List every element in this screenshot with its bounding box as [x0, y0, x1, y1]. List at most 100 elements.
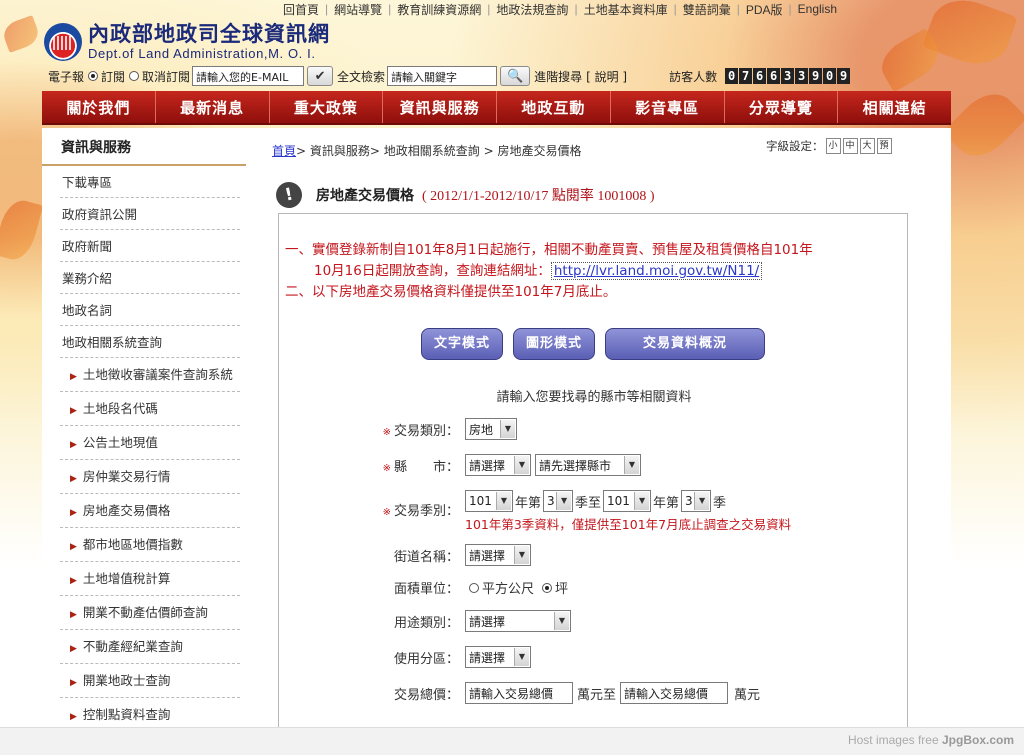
- use-select[interactable]: 請選擇 ▼: [465, 610, 571, 632]
- host-watermark: Host images free JpgBox.com: [847, 733, 1014, 747]
- toplink-pda[interactable]: PDA版: [746, 1, 783, 18]
- chevron-down-icon: ▼: [514, 648, 529, 666]
- subscribe-label: 訂閱: [101, 69, 126, 84]
- form-prompt: 請輸入您要找尋的縣市等相關資料: [496, 390, 692, 405]
- sidebar-subitem-land-value[interactable]: ▶ 公告土地現值: [60, 426, 240, 460]
- nav-media[interactable]: 影音專區: [611, 91, 725, 123]
- nav-policy[interactable]: 重大政策: [270, 91, 384, 123]
- main-content: 首頁> 資訊與服務> 地政相關系統查詢 > 房地產交易價格 字級設定： 小 中 …: [260, 128, 951, 733]
- page: 回首頁 | 網站導覽 | 教育訓練資源網 | 地政法規查詢 | 土地基本資料庫 | 雙語詞…: [0, 0, 1024, 755]
- search-button[interactable]: 🔍: [500, 66, 531, 86]
- triangle-right-icon: ▶: [70, 678, 77, 688]
- street-select[interactable]: 請選擇 ▼: [465, 544, 531, 566]
- email-input[interactable]: 請輸入您的E-MAIL: [192, 66, 305, 86]
- breadcrumb: 首頁> 資訊與服務> 地政相關系統查詢 > 房地產交易價格: [272, 144, 582, 158]
- sidebar: 資訊與服務 下載專區 政府資訊公開 政府新聞 業務介紹 地政名詞 地政相關系統查…: [42, 128, 260, 732]
- nav-links[interactable]: 相關連結: [838, 91, 951, 123]
- triangle-right-icon: ▶: [70, 508, 77, 518]
- breadcrumb-home-link[interactable]: 首頁: [272, 144, 296, 158]
- sidebar-subitem-price-index[interactable]: ▶ 都市地區地價指數: [60, 528, 240, 562]
- chevron-down-icon: ▼: [694, 492, 710, 510]
- toplink-land-db[interactable]: 土地基本資料庫: [584, 1, 668, 18]
- font-medium-button[interactable]: 中: [842, 138, 858, 154]
- toplink-home[interactable]: 回首頁: [283, 1, 319, 18]
- check-icon: ✔: [314, 68, 326, 84]
- font-default-button[interactable]: 預: [876, 138, 892, 154]
- district-select[interactable]: 請先選擇縣市 ▼: [535, 454, 641, 476]
- triangle-right-icon: ▶: [70, 440, 77, 450]
- toplink-english[interactable]: English: [798, 2, 837, 16]
- overview-button[interactable]: 交易資料概況: [605, 328, 765, 360]
- epaper-label: 電子報: [48, 69, 85, 84]
- required-mark: ※: [382, 426, 391, 438]
- site-logo[interactable]: 內政部地政司全球資訊網 Dept.of Land Administration,…: [44, 23, 330, 61]
- sidebar-item-gov-news[interactable]: 政府新聞: [60, 230, 240, 262]
- triangle-right-icon: ▶: [70, 610, 77, 620]
- email-submit-button[interactable]: ✔: [307, 66, 334, 86]
- logo-title: 內政部地政司全球資訊網: [88, 23, 330, 46]
- sidebar-subitem-broker-market[interactable]: ▶ 房仲業交易行情: [60, 460, 240, 494]
- exclamation-icon: !: [273, 179, 305, 211]
- toplink-regulations[interactable]: 地政法規查詢: [496, 1, 568, 18]
- nav-about[interactable]: 關於我們: [42, 91, 156, 123]
- chevron-down-icon: ▼: [624, 456, 639, 474]
- sidebar-subitem-expropriation[interactable]: ▶ 土地徵收審議案件查詢系統: [60, 358, 240, 392]
- text-mode-button[interactable]: 文字模式: [421, 328, 503, 360]
- graph-mode-button[interactable]: 圖形模式: [513, 328, 595, 360]
- sidebar-subitem-land-agent[interactable]: ▶ 開業地政士查詢: [60, 664, 240, 698]
- season-to-select[interactable]: 3 ▼: [681, 490, 712, 512]
- row-street: 街道名稱： 請選擇 ▼: [369, 544, 535, 566]
- unsubscribe-radio[interactable]: [129, 71, 140, 81]
- toplink-sitemap[interactable]: 網站導覽: [334, 1, 382, 18]
- price-max-input[interactable]: 請輸入交易總價: [620, 682, 729, 704]
- sidebar-item-terms[interactable]: 地政名詞: [60, 294, 240, 326]
- triangle-right-icon: ▶: [70, 474, 77, 484]
- subscribe-radio[interactable]: [88, 71, 99, 81]
- subscribe-search-row: 電子報 訂閱 取消訂閱 請輸入您的E-MAIL ✔ 全文檢索 請輸入關鍵字 🔍 …: [48, 64, 948, 88]
- price-min-input[interactable]: 請輸入交易總價: [465, 682, 573, 704]
- visitor-label: 訪客人數: [669, 69, 718, 84]
- notice-text: 一、實價登錄新制自101年8月1日起施行，相關不動產買賣、預售屋及租賃價格自10…: [285, 242, 813, 300]
- area-ping-radio[interactable]: [542, 582, 553, 593]
- nav-interaction[interactable]: 地政互動: [497, 91, 611, 123]
- row-area-unit: 面積單位： 平方公尺 坪: [393, 582, 569, 597]
- triangle-right-icon: ▶: [70, 712, 77, 722]
- sidebar-subitem-real-estate-price[interactable]: ▶ 房地產交易價格: [60, 494, 240, 528]
- sidebar-subitem-broker[interactable]: ▶ 不動產經紀業查詢: [60, 630, 240, 664]
- nav-services[interactable]: 資訊與服務: [383, 91, 497, 123]
- lvr-link[interactable]: http://lvr.land.moi.gov.tw/N11/: [550, 262, 763, 280]
- top-links: 回首頁 | 網站導覽 | 教育訓練資源網 | 地政法規查詢 | 土地基本資料庫 | 雙語詞…: [283, 1, 838, 18]
- visitor-counter: 076633909: [725, 68, 851, 84]
- font-large-button[interactable]: 大: [859, 138, 875, 154]
- font-size-control: 字級設定： 小 中 大 預: [766, 138, 892, 154]
- sidebar-item-downloads[interactable]: 下載專區: [60, 166, 240, 198]
- sidebar-item-gov-info[interactable]: 政府資訊公開: [60, 198, 240, 230]
- nav-news[interactable]: 最新消息: [156, 91, 270, 123]
- ministry-emblem-icon: [44, 23, 82, 61]
- type-select[interactable]: 房地 ▼: [465, 418, 517, 440]
- required-mark: ※: [382, 507, 391, 518]
- zone-select[interactable]: 請選擇 ▼: [465, 646, 531, 668]
- sidebar-item-business[interactable]: 業務介紹: [60, 262, 240, 294]
- chevron-down-icon: ▼: [514, 546, 529, 564]
- year-to-select[interactable]: 101 ▼: [603, 490, 652, 512]
- font-small-button[interactable]: 小: [825, 138, 841, 154]
- row-type: ※ 交易類別： 房地 ▼: [369, 418, 521, 440]
- sidebar-item-systems[interactable]: 地政相關系統查詢: [60, 326, 240, 358]
- sidebar-subitem-appraiser[interactable]: ▶ 開業不動產估價師查詢: [60, 596, 240, 630]
- logo-subtitle: Dept.of Land Administration,M. O. I.: [88, 46, 316, 61]
- help-link[interactable]: [ 說明 ]: [586, 68, 627, 85]
- unsubscribe-label: 取消訂閱: [142, 69, 191, 84]
- search-icon: 🔍: [506, 68, 524, 84]
- year-from-select[interactable]: 101 ▼: [465, 490, 513, 512]
- toplink-training[interactable]: 教育訓練資源網: [397, 1, 481, 18]
- advanced-search-link[interactable]: 進階搜尋: [534, 68, 582, 85]
- city-select[interactable]: 請選擇 ▼: [465, 454, 531, 476]
- keyword-input[interactable]: 請輸入關鍵字: [387, 66, 498, 86]
- nav-guide[interactable]: 分眾導覽: [725, 91, 839, 123]
- sidebar-subitem-section-code[interactable]: ▶ 土地段名代碼: [60, 392, 240, 426]
- season-from-select[interactable]: 3 ▼: [543, 490, 574, 512]
- toplink-glossary[interactable]: 雙語詞彙: [683, 1, 731, 18]
- area-sqm-radio[interactable]: [469, 582, 479, 593]
- sidebar-subitem-tax-calc[interactable]: ▶ 土地增值稅計算: [60, 562, 240, 596]
